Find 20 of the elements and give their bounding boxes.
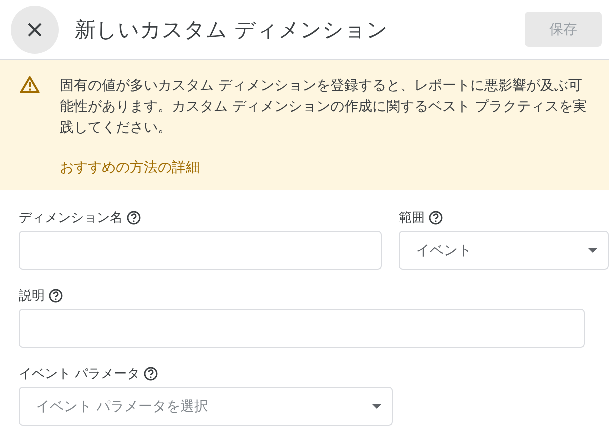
input-field[interactable] (19, 231, 382, 270)
close-button[interactable] (11, 6, 59, 54)
help-icon[interactable] (127, 211, 141, 225)
close-icon (28, 22, 42, 36)
dropdown-arrow-icon (588, 248, 598, 253)
field-label: 説明 (19, 288, 45, 305)
dropdown-field[interactable]: イベント パラメータを選択 (19, 387, 393, 426)
input-field[interactable] (19, 309, 585, 348)
dropdown-field[interactable]: イベント (399, 231, 609, 270)
dropdown-arrow-icon (372, 404, 382, 409)
field-label: 範囲 (399, 210, 426, 227)
help-icon[interactable] (49, 289, 63, 303)
warning-message: 固有の値が多いカスタム ディメンションを登録すると、レポートに悪影響が及ぶ可能性があります。カスタム ディメンションの作成に関するベスト プラクティスを実践してください。 (60, 77, 588, 138)
best-practices-link[interactable]: おすすめの方法の詳細 (60, 159, 200, 177)
help-icon[interactable] (144, 367, 158, 381)
warning-icon (20, 76, 40, 94)
field-label: ディメンション名 (19, 210, 123, 227)
help-icon[interactable] (429, 211, 444, 225)
field-label: イベント パラメータ (19, 366, 140, 383)
dialog-title: 新しいカスタム ディメンション (75, 16, 390, 44)
